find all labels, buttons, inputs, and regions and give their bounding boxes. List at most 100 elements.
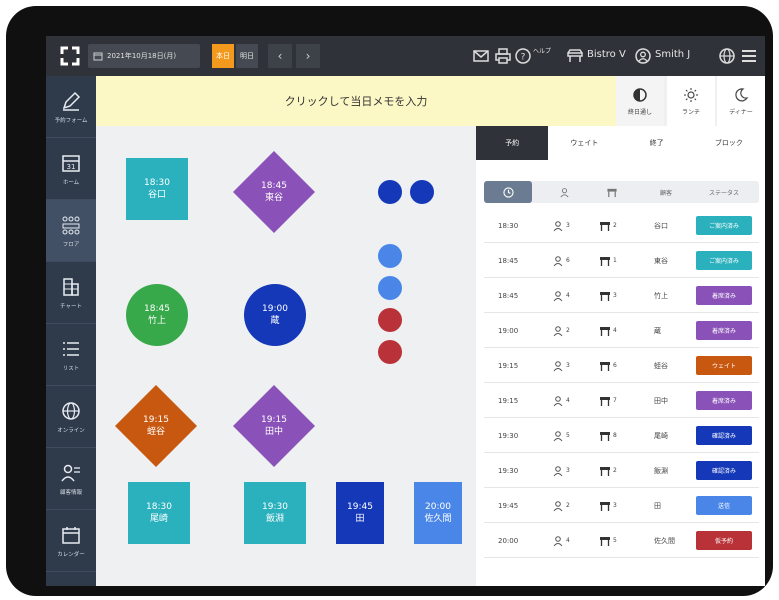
table-small-round[interactable] [378,244,402,268]
table-icon [600,501,610,511]
status-badge[interactable]: ご案内済み [696,251,752,270]
user-name[interactable]: Smith J [655,49,690,60]
table-rect[interactable]: 19:45 田 [336,482,384,544]
reservation-row[interactable]: 19:15 4 7 田中 着席済み [484,383,759,418]
table-small-round[interactable] [410,180,434,204]
help-icon[interactable]: ? [514,47,532,65]
daily-memo-input[interactable]: クリックして当日メモを入力 [96,76,616,126]
sidebar-item-online[interactable]: オンライン [46,386,96,448]
sort-by-time-button[interactable] [484,181,532,203]
status-badge[interactable]: ご案内済み [696,216,752,235]
globe-language-icon[interactable] [718,47,736,65]
table-diamond[interactable]: 18:45 東谷 [232,150,316,234]
table-diamond[interactable]: 19:15 田中 [232,384,316,468]
date-picker[interactable]: 2021年10月18日(月) [88,44,200,68]
table-small-round[interactable] [378,180,402,204]
status-badge[interactable]: 仮予約 [696,531,752,550]
table-number-value: 7 [613,397,617,404]
mail-icon[interactable] [472,47,490,65]
reservation-row[interactable]: 18:45 4 3 竹上 着席済み [484,278,759,313]
sort-by-table-button[interactable] [592,181,632,203]
table-icon [600,221,610,231]
status-badge[interactable]: ウェイト [696,356,752,375]
tomorrow-button[interactable]: 明日 [236,44,258,68]
table-guest: 蔵 [270,316,280,326]
app-logo-icon[interactable] [58,44,82,68]
reservation-row[interactable]: 18:45 6 1 東谷 ご案内済み [484,243,759,278]
table-time: 19:15 [261,415,287,425]
svg-text:31: 31 [67,163,76,171]
table-square[interactable]: 18:30 尾崎 [128,482,190,544]
tab-reservations[interactable]: 予約 [476,126,549,160]
table-round[interactable]: 18:45 竹上 [126,284,188,346]
sidebar-item-label: ホーム [62,179,80,186]
store-icon[interactable] [566,47,584,65]
pencil-icon [62,91,81,111]
table-time: 19:00 [262,304,288,314]
person-icon [553,255,563,266]
table-number-value: 2 [613,222,617,229]
menu-icon[interactable] [740,47,758,65]
column-status[interactable]: ステータス [696,181,752,203]
reservation-row[interactable]: 19:45 2 3 田 送信 [484,488,759,523]
table-small-round[interactable] [378,276,402,300]
table-number: 6 [599,348,617,383]
globe-icon [62,401,80,420]
sidebar-item-floor[interactable]: フロア [46,200,96,262]
reservation-time: 19:45 [498,501,519,510]
tab-finished[interactable]: 終了 [620,126,693,160]
table-number-value: 3 [613,502,617,509]
reservation-time: 18:45 [498,291,519,300]
today-button[interactable]: 本日 [212,44,234,68]
table-rect[interactable]: 20:00 佐久間 [414,482,462,544]
table-small-round[interactable] [378,308,402,332]
next-day-button[interactable]: › [296,44,320,68]
reservation-row[interactable]: 20:00 4 5 佐久間 仮予約 [484,523,759,558]
sidebar-item-reservation-form[interactable]: 予約フォーム [46,76,96,138]
reservation-time: 19:15 [498,396,519,405]
table-square[interactable]: 18:30 谷口 [126,158,188,220]
status-badge[interactable]: 確認済み [696,426,752,445]
sun-icon [684,87,698,102]
sidebar-item-list[interactable]: リスト [46,324,96,386]
tab-waitlist[interactable]: ウェイト [548,126,621,160]
sidebar-item-home[interactable]: 31 ホーム [46,138,96,200]
table-round[interactable]: 19:00 蔵 [244,284,306,346]
table-small-round[interactable] [378,340,402,364]
service-dinner[interactable]: ディナー [717,76,765,126]
guest-count-value: 4 [566,292,570,299]
reservation-row[interactable]: 19:15 3 6 蛭谷 ウェイト [484,348,759,383]
column-customer[interactable]: 顧客 [644,181,688,203]
reservation-row[interactable]: 19:30 3 2 飯淵 確認済み [484,453,759,488]
person-icon [553,500,563,511]
sidebar-item-label: リスト [62,365,80,372]
print-icon[interactable] [494,47,512,65]
prev-day-button[interactable]: ‹ [268,44,292,68]
store-name[interactable]: Bistro V [587,49,626,60]
sidebar-item-label: 顧客情報 [59,489,82,496]
table-diamond[interactable]: 19:15 蛭谷 [114,384,198,468]
status-badge[interactable]: 着席済み [696,286,752,305]
user-icon[interactable] [634,47,652,65]
reservation-row[interactable]: 19:30 5 8 尾崎 確認済み [484,418,759,453]
status-badge[interactable]: 確認済み [696,461,752,480]
service-lunch[interactable]: ランチ [667,76,715,126]
status-badge[interactable]: 送信 [696,496,752,515]
list-icon [63,341,79,356]
status-badge[interactable]: 着席済み [696,321,752,340]
reservation-row[interactable]: 19:00 2 4 蔵 着席済み [484,313,759,348]
help-label[interactable]: ヘルプ [533,46,551,55]
table-icon [607,188,617,197]
reservation-row[interactable]: 18:30 3 2 谷口 ご案内済み [484,208,759,243]
sort-by-guests-button[interactable] [544,181,584,203]
service-all-day[interactable]: 終日通し [616,76,664,126]
calendar-icon [62,526,80,544]
sidebar-item-customers[interactable]: 顧客情報 [46,448,96,510]
tab-blocks[interactable]: ブロック [692,126,765,160]
table-number-value: 4 [613,327,617,334]
status-badge[interactable]: 着席済み [696,391,752,410]
sidebar-item-calendar[interactable]: カレンダー [46,510,96,572]
guest-count: 5 [552,418,570,453]
table-square[interactable]: 19:30 飯淵 [244,482,306,544]
sidebar-item-chart[interactable]: チャート [46,262,96,324]
